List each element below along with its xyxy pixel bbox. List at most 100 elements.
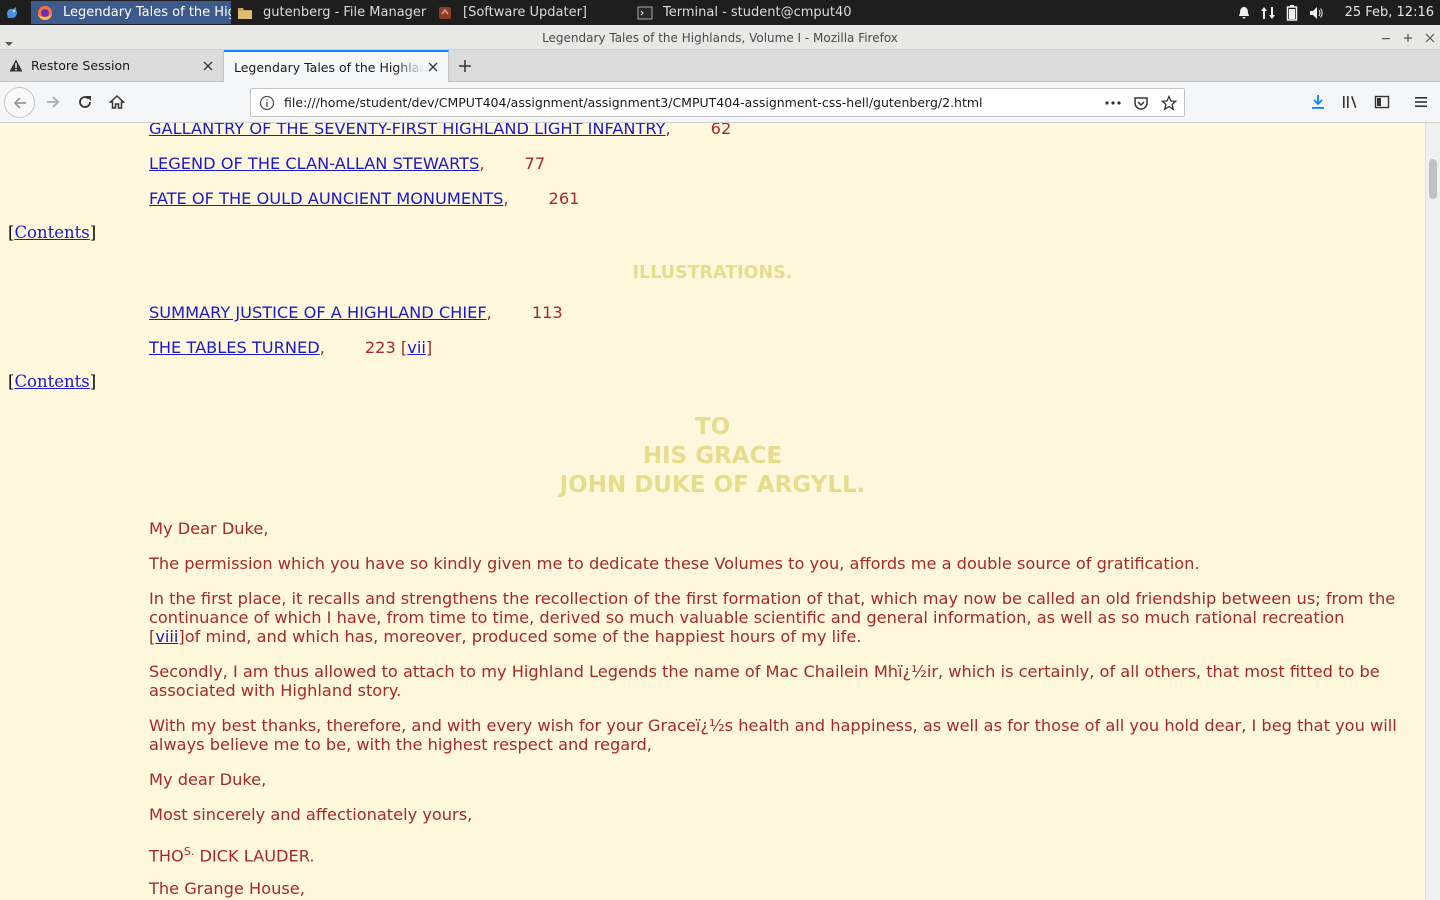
letter-salutation: My Dear Duke,: [149, 519, 269, 538]
library-button[interactable]: [1336, 88, 1364, 116]
url-bar[interactable]: file:///home/student/dev/CMPUT404/assign…: [250, 88, 1185, 117]
tab-label: Legendary Tales of the Highlands: [234, 59, 424, 75]
task-file-manager[interactable]: gutenberg - File Manager: [231, 1, 427, 24]
tab-label: Restore Session: [31, 58, 131, 73]
dedication-line: JOHN DUKE OF ARGYLL.: [559, 472, 866, 498]
minimize-icon[interactable]: [1376, 25, 1396, 50]
illustration-entry: SUMMARY JUSTICE OF A HIGHLAND CHIEF, 113: [149, 303, 563, 322]
toc-entry: GALLANTRY OF THE SEVENTY-FIRST HIGHLAND …: [149, 123, 731, 138]
page-viewport: GALLANTRY OF THE SEVENTY-FIRST HIGHLAND …: [0, 123, 1425, 900]
task-label: Terminal - student@cmput40...: [663, 5, 851, 20]
close-window-icon[interactable]: [1420, 25, 1440, 50]
maximize-icon[interactable]: [1398, 25, 1418, 50]
illustration-entry: THE TABLES TURNED, 223 [vii]: [149, 338, 433, 357]
bookmark-star-icon[interactable]: [1158, 93, 1180, 113]
paragraph-text: In the first place, it recalls and stren…: [149, 589, 1396, 627]
window-titlebar: Legendary Tales of the Highlands, Volume…: [0, 25, 1440, 50]
dedication-heading: TO HIS GRACE JOHN DUKE OF ARGYLL.: [0, 413, 1425, 500]
signature-text: DICK LAUDER.: [194, 846, 315, 866]
page-marker-link[interactable]: vii: [407, 338, 426, 357]
warning-icon: [9, 58, 25, 74]
illustrations-heading: ILLUSTRATIONS.: [632, 263, 793, 283]
task-label: Legendary Tales of the Highl...: [63, 5, 231, 20]
battery-icon[interactable]: [1283, 4, 1301, 22]
desktop-panel: Legendary Tales of the Highl... gutenber…: [0, 0, 1440, 25]
toc-link[interactable]: LEGEND OF THE CLAN-ALLAN STEWARTS: [149, 154, 479, 173]
illustration-page-number: 113: [531, 303, 563, 322]
url-text: file:///home/student/dev/CMPUT404/assign…: [284, 95, 983, 110]
toc-link[interactable]: GALLANTRY OF THE SEVENTY-FIRST HIGHLAND …: [149, 123, 666, 138]
hamburger-menu-icon: [1415, 97, 1427, 107]
letter-paragraph: With my best thanks, therefore, and with…: [149, 716, 1397, 754]
toc-entry: FATE OF THE OULD AUNCIENT MONUMENTS, 261: [149, 189, 580, 208]
dedication-line: TO: [694, 414, 731, 440]
letter-closing: Most sincerely and affectionately yours,: [149, 805, 473, 824]
illustration-link[interactable]: THE TABLES TURNED: [149, 338, 320, 357]
download-arrow-icon: [1312, 95, 1324, 109]
forward-button[interactable]: [39, 88, 67, 116]
library-icon: [1343, 96, 1357, 108]
contents-backlink: [Contents]: [8, 372, 97, 391]
arrow-left-icon: [13, 96, 26, 109]
applications-menu-button[interactable]: [0, 0, 24, 25]
task-label: [Software Updater]: [463, 5, 588, 20]
software-updater-icon: [437, 5, 453, 21]
page-marker-link[interactable]: viii: [155, 627, 178, 646]
plus-icon: [459, 60, 471, 72]
dedication-line: HIS GRACE: [642, 443, 783, 469]
letter-paragraph: The permission which you have so kindly …: [149, 554, 1200, 573]
toc-entry: LEGEND OF THE CLAN-ALLAN STEWARTS, 77: [149, 154, 546, 173]
toc-page-number: 77: [524, 154, 546, 173]
letter-signature: THOS. DICK LAUDER.: [149, 840, 1399, 868]
volume-icon[interactable]: [1307, 4, 1325, 22]
navigation-toolbar: file:///home/student/dev/CMPUT404/assign…: [0, 82, 1440, 123]
signature-text: THO: [149, 846, 184, 866]
contents-link[interactable]: Contents: [14, 372, 89, 391]
notification-bell-icon[interactable]: [1235, 4, 1253, 22]
sidebar-toggle-button[interactable]: [1368, 88, 1396, 116]
task-firefox[interactable]: Legendary Tales of the Highl...: [31, 1, 231, 24]
task-software-updater[interactable]: [Software Updater]: [431, 1, 627, 24]
close-tab-icon[interactable]: [424, 58, 442, 76]
contents-link[interactable]: Contents: [14, 223, 89, 242]
tab-strip: Restore Session Legendary Tales of the H…: [0, 50, 1440, 82]
task-label: gutenberg - File Manager: [263, 5, 427, 20]
toc-link[interactable]: FATE OF THE OULD AUNCIENT MONUMENTS: [149, 189, 503, 208]
page-actions-icon[interactable]: [1102, 93, 1124, 113]
scrollbar-thumb[interactable]: [1429, 159, 1437, 199]
network-updown-icon[interactable]: [1259, 4, 1277, 22]
letter-paragraph: Secondly, I am thus allowed to attach to…: [149, 662, 1380, 700]
contents-backlink: [Contents]: [8, 223, 97, 242]
back-button[interactable]: [4, 87, 35, 118]
illustration-link[interactable]: SUMMARY JUSTICE OF A HIGHLAND CHIEF: [149, 303, 487, 322]
folder-icon: [237, 5, 253, 21]
letter-closing: My dear Duke,: [149, 770, 267, 789]
paragraph-text: of mind, and which has, moreover, produc…: [184, 627, 862, 646]
window-title: Legendary Tales of the Highlands, Volume…: [542, 31, 898, 45]
downloads-button[interactable]: [1304, 88, 1332, 116]
tab-restore-session[interactable]: Restore Session: [0, 50, 224, 81]
signature-superscript: S.: [183, 845, 195, 858]
system-tray: 25 Feb, 12:16: [1235, 0, 1440, 25]
terminal-icon: [637, 5, 653, 21]
vertical-scrollbar[interactable]: [1425, 123, 1440, 900]
new-tab-button[interactable]: [452, 54, 478, 78]
close-tab-icon[interactable]: [199, 57, 217, 75]
toc-page-number: 62: [710, 123, 732, 138]
main-menu-button[interactable]: [1407, 88, 1435, 116]
panel-clock[interactable]: 25 Feb, 12:16: [1345, 5, 1434, 20]
reload-button[interactable]: [71, 88, 99, 116]
letter-place: The Grange House,: [149, 879, 305, 898]
arrow-right-icon: [47, 96, 60, 108]
firefox-icon: [37, 5, 53, 21]
pocket-icon[interactable]: [1130, 93, 1152, 113]
site-info-icon[interactable]: [259, 95, 275, 115]
sidebar-icon: [1374, 95, 1390, 109]
reload-icon: [79, 96, 91, 108]
task-terminal[interactable]: Terminal - student@cmput40...: [631, 1, 851, 24]
tab-legendary-tales[interactable]: Legendary Tales of the Highlands: [224, 50, 449, 82]
letter-paragraph: In the first place, it recalls and stren…: [149, 589, 1396, 646]
home-button[interactable]: [103, 88, 131, 116]
page-marker: [vii]: [400, 338, 433, 357]
toc-page-number: 261: [548, 189, 580, 208]
